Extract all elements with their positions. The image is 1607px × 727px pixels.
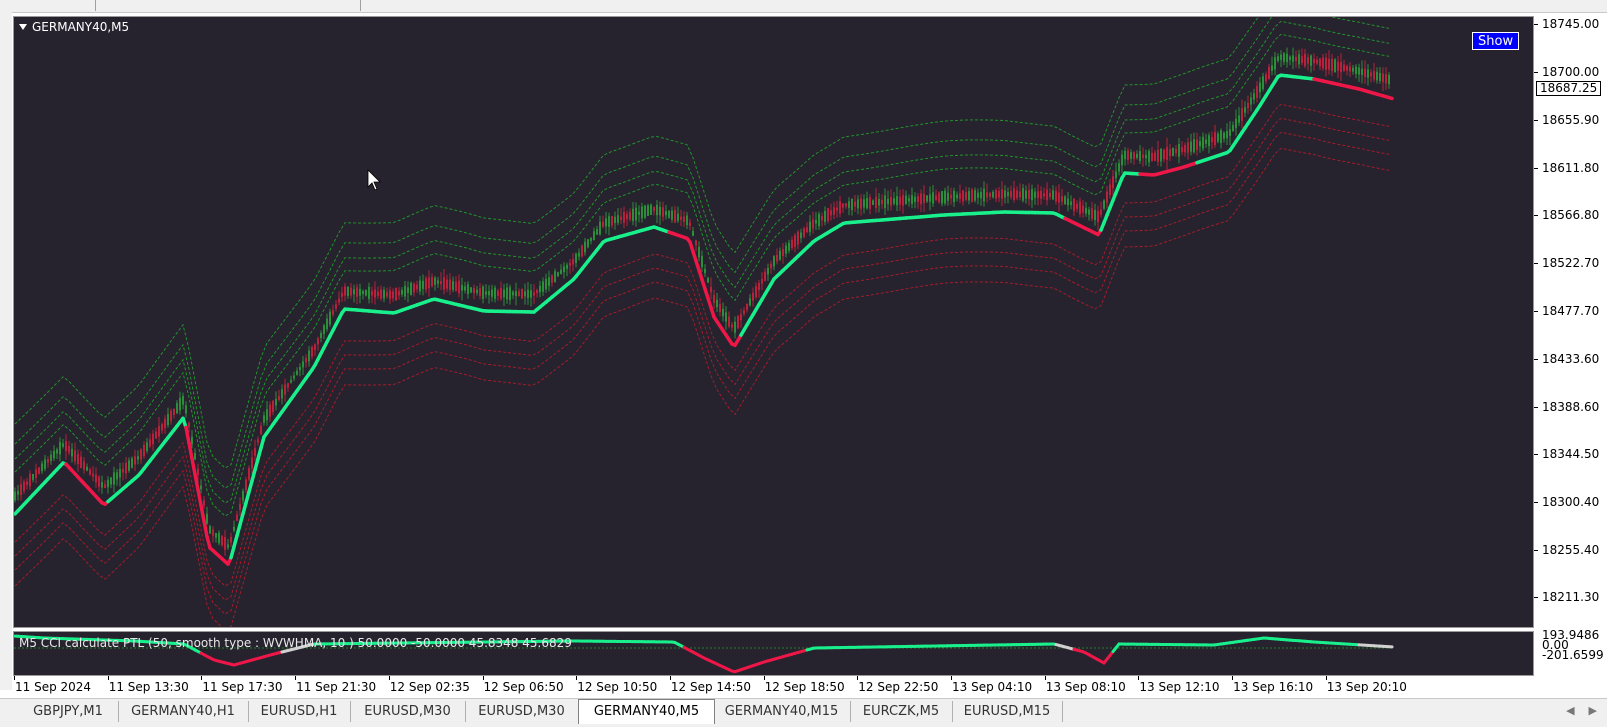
- tab-gbpjpy-m1[interactable]: GBPJPY,M1: [18, 701, 119, 722]
- time-label: 12 Sep 18:50: [765, 680, 845, 694]
- time-label: 12 Sep 14:50: [671, 680, 751, 694]
- time-label: 12 Sep 06:50: [484, 680, 564, 694]
- time-label: 12 Sep 02:35: [390, 680, 470, 694]
- time-label: 11 Sep 13:30: [109, 680, 189, 694]
- price-label: 18477.70: [1542, 305, 1599, 317]
- price-tick: [1534, 407, 1538, 408]
- time-label: 12 Sep 10:50: [577, 680, 657, 694]
- price-label: 18655.90: [1542, 114, 1599, 126]
- price-tick: [1534, 597, 1538, 598]
- main-chart[interactable]: GERMANY40,M5 Show: [13, 16, 1534, 628]
- time-label: 13 Sep 20:10: [1327, 680, 1407, 694]
- toolbar-strip: [0, 0, 1607, 13]
- tab-eurczk-m5[interactable]: EURCZK,M5: [850, 701, 953, 722]
- indicator-chart[interactable]: M5 CCI calculate PTL (50, smooth type : …: [13, 631, 1534, 676]
- candlesticks: [14, 48, 1390, 556]
- toolbar-button[interactable]: [55, 0, 96, 11]
- price-tick: [1534, 263, 1538, 264]
- price-tick: [1534, 311, 1538, 312]
- timeframe-buttons[interactable]: [95, 0, 361, 11]
- price-label: 18611.80: [1542, 162, 1599, 174]
- price-tick: [1534, 215, 1538, 216]
- mouse-pointer-icon: [368, 170, 380, 190]
- tab-eurusd-h1[interactable]: EURUSD,H1: [248, 701, 351, 722]
- price-tick: [1534, 359, 1538, 360]
- price-tick: [1534, 120, 1538, 121]
- time-label: 13 Sep 16:10: [1233, 680, 1313, 694]
- chart-tabs: ◀ ▶ GBPJPY,M1GERMANY40,H1EURUSD,H1EURUSD…: [0, 698, 1607, 727]
- tab-scroll[interactable]: ◀ ▶: [1566, 704, 1597, 717]
- tab-germany40-m15[interactable]: GERMANY40,M15: [713, 701, 851, 722]
- price-label: 18211.30: [1542, 591, 1599, 603]
- price-tick: [1534, 550, 1538, 551]
- triangle-down-icon[interactable]: [19, 24, 27, 30]
- left-gutter: [0, 12, 12, 690]
- time-axis: 11 Sep 2024 11 Sep 13:30 11 Sep 17:30 11 Se…: [13, 676, 1607, 698]
- price-label: 18745.00: [1542, 18, 1599, 30]
- price-tick: [1534, 24, 1538, 25]
- time-label: 12 Sep 22:50: [858, 680, 938, 694]
- price-label: 18344.50: [1542, 448, 1599, 460]
- price-tick: [1534, 454, 1538, 455]
- time-label: 13 Sep 04:10: [952, 680, 1032, 694]
- envelope-bands: [15, 17, 1389, 627]
- time-label: 11 Sep 17:30: [202, 680, 282, 694]
- show-button[interactable]: Show: [1472, 32, 1519, 50]
- price-label: 18522.70: [1542, 257, 1599, 269]
- price-tick: [1534, 502, 1538, 503]
- time-label: 13 Sep 08:10: [1046, 680, 1126, 694]
- chart-title[interactable]: GERMANY40,M5: [19, 20, 129, 34]
- scroll-right-icon[interactable]: ▶: [1589, 704, 1597, 717]
- tab-eurusd-m30[interactable]: EURUSD,M30: [465, 701, 579, 722]
- tab-germany40-m5[interactable]: GERMANY40,M5: [578, 699, 715, 724]
- price-label: 18255.40: [1542, 544, 1599, 556]
- price-label: 18388.60: [1542, 401, 1599, 413]
- time-label: 11 Sep 21:30: [296, 680, 376, 694]
- indicator-scale-label: -201.6599: [1542, 650, 1604, 661]
- tab-eurusd-m15[interactable]: EURUSD,M15: [952, 701, 1063, 722]
- price-label: 18433.60: [1542, 353, 1599, 365]
- current-price-label: 18687.25: [1536, 81, 1601, 96]
- price-tick: [1534, 168, 1538, 169]
- time-label: 11 Sep 2024: [15, 680, 91, 694]
- time-label: 13 Sep 12:10: [1139, 680, 1219, 694]
- price-scale[interactable]: 18745.00 18700.00 18655.90 18611.80 18566.80…: [1534, 16, 1607, 628]
- indicator-scale[interactable]: 193.94860.00-201.6599: [1534, 631, 1607, 676]
- tab-germany40-h1[interactable]: GERMANY40,H1: [118, 701, 249, 722]
- price-plot: [14, 17, 1533, 627]
- tab-eurusd-m30[interactable]: EURUSD,M30: [350, 701, 466, 722]
- indicator-label: M5 CCI calculate PTL (50, smooth type : …: [19, 636, 572, 650]
- price-label: 18700.00: [1542, 66, 1599, 78]
- scroll-left-icon[interactable]: ◀: [1566, 704, 1574, 717]
- price-label: 18566.80: [1542, 209, 1599, 221]
- price-tick: [1534, 72, 1538, 73]
- price-label: 18300.40: [1542, 496, 1599, 508]
